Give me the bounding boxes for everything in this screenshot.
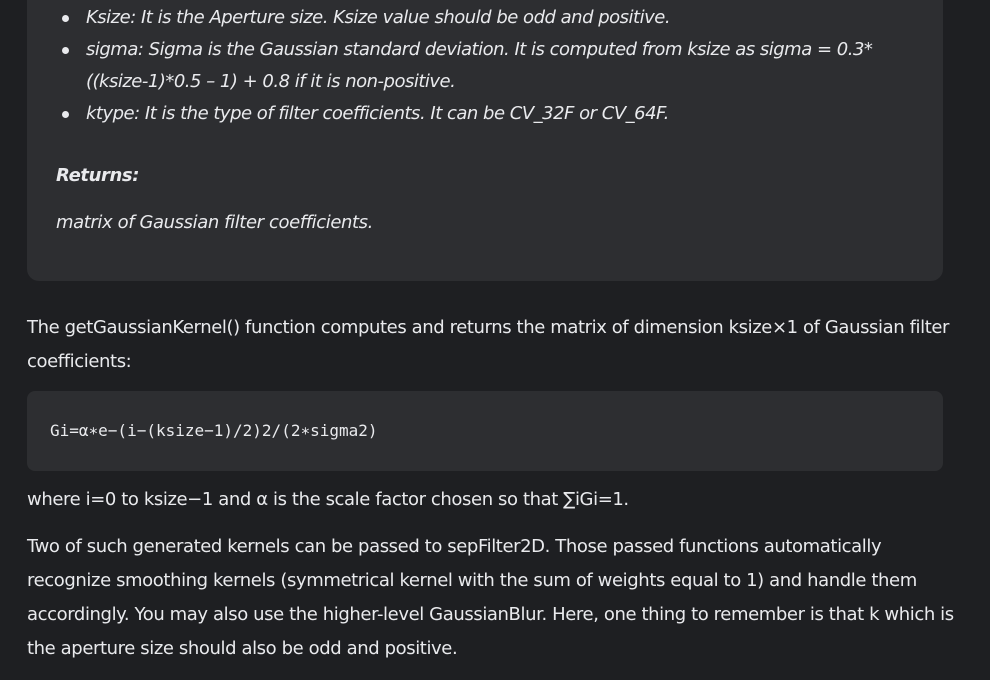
param-sigma: sigma: Sigma is the Gaussian standard de… — [27, 34, 907, 98]
formula-code-block: Gi=α∗e−(i−(ksize−1)/2)2/(2∗sigma2) — [27, 391, 943, 471]
formula-text: Gi=α∗e−(i−(ksize−1)/2)2/(2∗sigma2) — [50, 421, 378, 440]
where-paragraph: where i=0 to ksize−1 and α is the scale … — [27, 489, 629, 510]
parameter-list: Ksize: It is the Aperture size. Ksize va… — [27, 2, 907, 130]
article-page: Ksize: It is the Aperture size. Ksize va… — [0, 0, 990, 680]
intro-paragraph: The getGaussianKernel() function compute… — [27, 317, 950, 372]
final-paragraph: Two of such generated kernels can be pas… — [27, 536, 954, 659]
returns-description: matrix of Gaussian filter coefficients. — [56, 212, 373, 233]
param-ktype: ktype: It is the type of filter coeffici… — [27, 98, 907, 130]
parameters-card: Ksize: It is the Aperture size. Ksize va… — [27, 0, 943, 281]
returns-heading: Returns: — [56, 165, 139, 186]
param-ksize: Ksize: It is the Aperture size. Ksize va… — [27, 2, 907, 34]
